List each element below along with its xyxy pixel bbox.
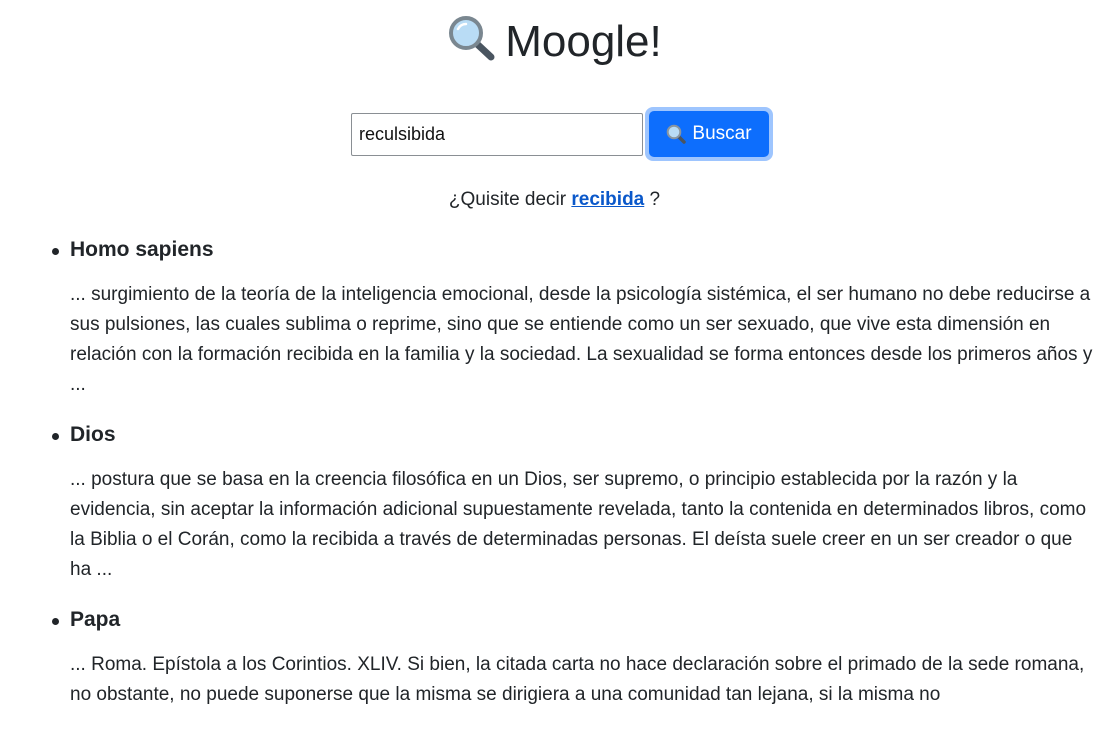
result-item: Dios ... postura que se basa en la creen…: [0, 419, 1109, 585]
bullet-icon: [52, 433, 59, 440]
result-title[interactable]: Homo sapiens: [70, 234, 1095, 266]
result-title[interactable]: Dios: [70, 419, 1095, 451]
results-list: Homo sapiens ... surgimiento de la teorí…: [0, 234, 1109, 729]
spelling-suggestion: ¿Quisite decir recibida ?: [0, 187, 1109, 213]
bullet-icon: [52, 618, 59, 625]
search-button[interactable]: Buscar: [645, 107, 773, 161]
bullet-icon: [52, 248, 59, 255]
magnifying-glass-icon: [666, 124, 687, 144]
suggestion-link[interactable]: recibida: [571, 189, 644, 210]
result-snippet: ... Roma. Epístola a los Corintios. XLIV…: [70, 654, 1085, 705]
search-button-label: Buscar: [692, 123, 752, 144]
suggestion-suffix: ?: [649, 189, 661, 210]
result-snippet: ... surgimiento de la teoría de la intel…: [70, 284, 1093, 395]
result-snippet: ... postura que se basa en la creencia f…: [70, 469, 1087, 580]
moogle-page: Moogle! Buscar ¿Quisite decir recibida ?…: [0, 0, 1109, 734]
search-bar: Buscar: [0, 107, 1109, 161]
search-button-face[interactable]: Buscar: [649, 111, 769, 157]
magnifying-glass-icon: [447, 15, 495, 61]
page-header: Moogle!: [0, 14, 1109, 70]
suggestion-prefix: ¿Quisite decir: [448, 189, 567, 210]
page-title: Moogle!: [505, 17, 662, 66]
result-item: Homo sapiens ... surgimiento de la teorí…: [0, 234, 1109, 400]
search-input[interactable]: [351, 113, 643, 156]
result-title[interactable]: Papa: [70, 604, 1095, 636]
result-item: Papa ... Roma. Epístola a los Corintios.…: [0, 604, 1109, 710]
